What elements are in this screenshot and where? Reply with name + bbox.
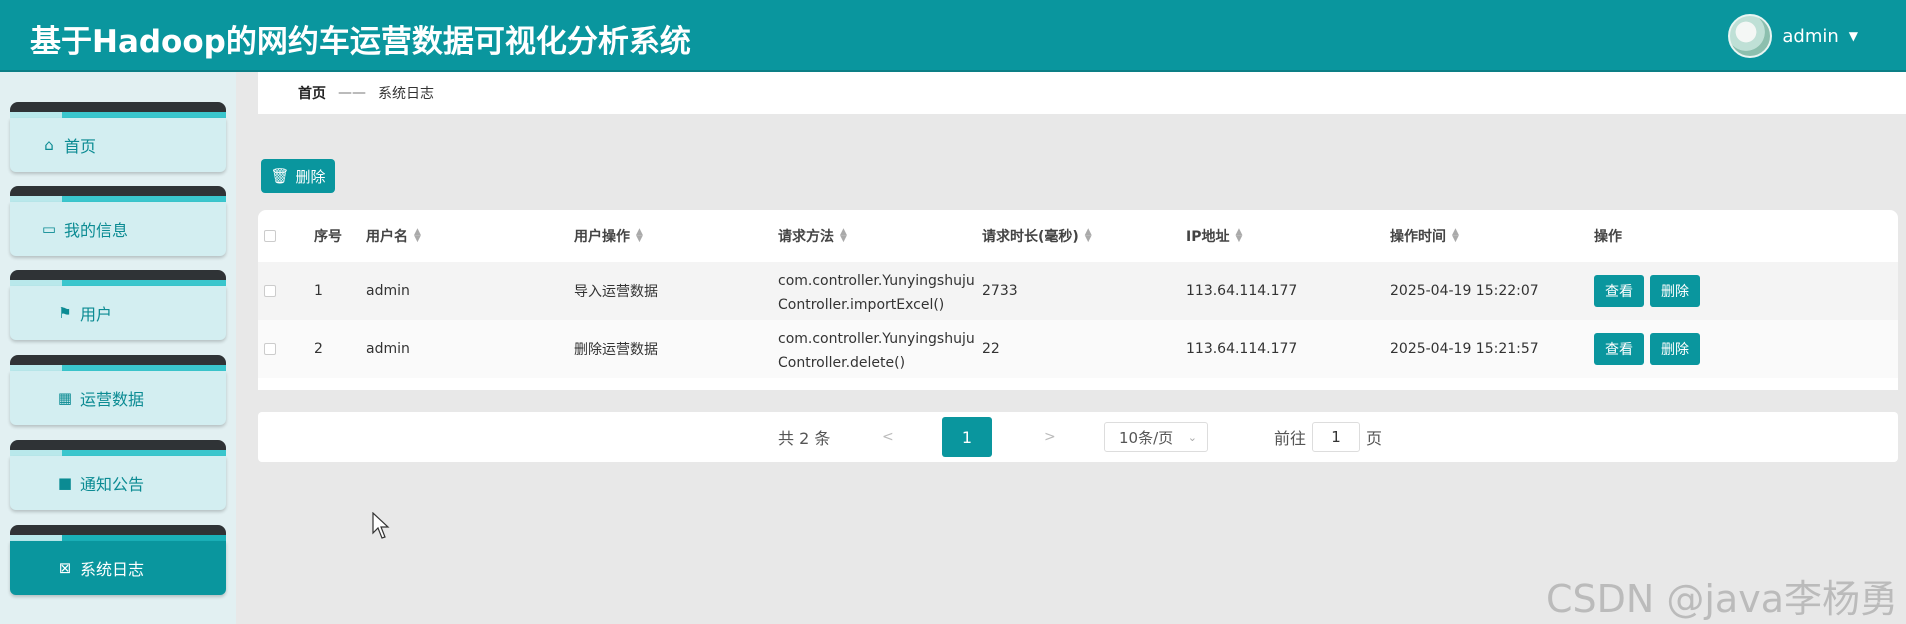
clipboard-icon: ⊠ bbox=[58, 559, 72, 577]
cell-ip: 113.64.114.177 bbox=[1186, 283, 1298, 299]
col-method[interactable]: 请求方法 ▲ ▼ bbox=[778, 210, 847, 262]
username-label[interactable]: admin bbox=[1782, 26, 1838, 47]
trash-icon: 🗑 bbox=[270, 167, 290, 185]
sort-icon: ▲ ▼ bbox=[1084, 227, 1092, 244]
flag-icon: ⚑ bbox=[58, 304, 72, 322]
breadcrumb-separator: —— bbox=[338, 85, 366, 101]
cell-method: com.controller.Yunyingshuju Controller.im… bbox=[778, 273, 975, 313]
col-actions: 操作 bbox=[1594, 229, 1622, 245]
cell-ip: 113.64.114.177 bbox=[1186, 341, 1298, 357]
id-card-icon: ▭ bbox=[41, 220, 57, 238]
watermark: CSDN @java李杨勇 bbox=[1545, 577, 1898, 621]
breadcrumb-current: 系统日志 bbox=[378, 86, 434, 102]
cell-time: 2025-04-19 15:21:57 bbox=[1390, 341, 1539, 357]
briefcase-icon: ■ bbox=[57, 474, 73, 492]
table-row: 2 admin 删除运营数据 com.controller.Yunyingshu… bbox=[258, 320, 1898, 378]
cell-duration: 2733 bbox=[982, 283, 1018, 299]
chevron-down-icon: ⌄ bbox=[1187, 430, 1197, 444]
user-menu[interactable]: admin ▼ bbox=[1728, 14, 1858, 58]
cell-actions: 查看 删除 bbox=[1594, 320, 1706, 378]
app-title: 基于Hadoop的网约车运营数据可视化分析系统 bbox=[30, 24, 691, 60]
sidebar-item-label: 系统日志 bbox=[80, 560, 145, 579]
col-time[interactable]: 操作时间 ▲ ▼ bbox=[1390, 210, 1459, 262]
sort-icon: ▲ ▼ bbox=[636, 227, 643, 244]
sort-icon: ▲ ▼ bbox=[1235, 227, 1243, 244]
log-table: 序号 用户名 ▲ ▼ 用户操作 ▲ ▼ 请求方法 ▲ ▼ 请求时长(毫秒) ▲ ▼ IP地址 ▲ ▼… bbox=[258, 210, 1898, 390]
cell-username: admin bbox=[366, 341, 410, 357]
row-delete-button[interactable]: 删除 bbox=[1650, 275, 1700, 307]
cell-actions: 查看 删除 bbox=[1594, 262, 1706, 320]
avatar[interactable] bbox=[1728, 14, 1773, 58]
sort-icon: ▲ ▼ bbox=[840, 227, 847, 244]
top-header: 基于Hadoop的网约车运营数据可视化分析系统 admin ▼ bbox=[0, 0, 1906, 72]
col-username[interactable]: 用户名 ▲ ▼ bbox=[366, 210, 421, 262]
sidebar-item-system-log[interactable]: ⊠ 系统日志 bbox=[10, 525, 226, 595]
sidebar-item-operation-data[interactable]: ▦ 运营数据 bbox=[10, 355, 226, 425]
cell-operation: 删除运营数据 bbox=[574, 342, 658, 358]
view-button[interactable]: 查看 bbox=[1594, 275, 1644, 307]
cell-operation: 导入运营数据 bbox=[574, 284, 658, 300]
cell-index: 2 bbox=[314, 341, 323, 357]
row-delete-button[interactable]: 删除 bbox=[1650, 333, 1700, 365]
select-all-checkbox[interactable] bbox=[264, 230, 276, 242]
caret-down-icon[interactable]: ▼ bbox=[1849, 29, 1858, 43]
grid-icon: ▦ bbox=[57, 389, 73, 407]
sidebar-item-notices[interactable]: ■ 通知公告 bbox=[10, 440, 226, 510]
page-unit-label: 页 bbox=[1366, 429, 1383, 448]
delete-button-label: 删除 bbox=[295, 167, 326, 186]
row-checkbox[interactable] bbox=[264, 343, 276, 355]
row-checkbox[interactable] bbox=[264, 285, 276, 297]
table-row: 1 admin 导入运营数据 com.controller.Yunyingshu… bbox=[258, 262, 1898, 320]
sidebar-item-my-info[interactable]: ▭ 我的信息 bbox=[10, 186, 226, 256]
cell-method: com.controller.Yunyingshuju Controller.de… bbox=[778, 331, 975, 371]
goto-label: 前往 bbox=[1274, 429, 1307, 448]
col-duration[interactable]: 请求时长(毫秒) ▲ ▼ bbox=[982, 210, 1092, 262]
col-operation[interactable]: 用户操作 ▲ ▼ bbox=[574, 210, 643, 262]
page-number-current[interactable]: 1 bbox=[942, 417, 992, 457]
cell-username: admin bbox=[366, 283, 410, 299]
mouse-pointer-icon bbox=[372, 512, 390, 539]
page-size-value: 10条/页 bbox=[1119, 428, 1174, 447]
table-header: 序号 用户名 ▲ ▼ 用户操作 ▲ ▼ 请求方法 ▲ ▼ 请求时长(毫秒) ▲ ▼ IP地址 ▲ ▼… bbox=[258, 210, 1898, 262]
home-icon: ⌂ bbox=[44, 136, 54, 154]
view-button[interactable]: 查看 bbox=[1594, 333, 1644, 365]
breadcrumb: 首页 —— 系统日志 bbox=[258, 72, 1906, 114]
sidebar-item-label: 首页 bbox=[64, 137, 97, 156]
cell-time: 2025-04-19 15:22:07 bbox=[1390, 283, 1539, 299]
sidebar-item-label: 运营数据 bbox=[80, 390, 145, 409]
goto-page-input[interactable]: 1 bbox=[1312, 422, 1360, 452]
cell-index: 1 bbox=[314, 283, 323, 299]
breadcrumb-home[interactable]: 首页 bbox=[298, 83, 326, 103]
sidebar: ⌂ 首页 ▭ 我的信息 ⚑ 用户 ▦ 运营数据 ■ 通知公告 ⊠ 系统日志 bbox=[0, 72, 236, 624]
sidebar-item-users[interactable]: ⚑ 用户 bbox=[10, 270, 226, 340]
delete-button[interactable]: 🗑 删除 bbox=[261, 159, 335, 193]
sidebar-item-home[interactable]: ⌂ 首页 bbox=[10, 102, 226, 172]
sort-icon: ▲ ▼ bbox=[414, 227, 421, 244]
pagination: 共 2 条 < 1 > 10条/页 ⌄ 前往 1 页 bbox=[258, 412, 1898, 462]
next-page-button[interactable]: > bbox=[1044, 412, 1056, 462]
sidebar-item-label: 用户 bbox=[80, 305, 113, 324]
page-size-select[interactable]: 10条/页 ⌄ bbox=[1104, 422, 1208, 452]
sort-icon: ▲ ▼ bbox=[1452, 227, 1459, 244]
cell-duration: 22 bbox=[982, 341, 1000, 357]
sidebar-item-label: 我的信息 bbox=[64, 221, 129, 240]
col-ip[interactable]: IP地址 ▲ ▼ bbox=[1186, 210, 1242, 262]
col-index: 序号 bbox=[314, 229, 342, 245]
prev-page-button[interactable]: < bbox=[882, 412, 894, 462]
sidebar-item-label: 通知公告 bbox=[80, 475, 145, 494]
pagination-total: 共 2 条 bbox=[778, 429, 831, 448]
